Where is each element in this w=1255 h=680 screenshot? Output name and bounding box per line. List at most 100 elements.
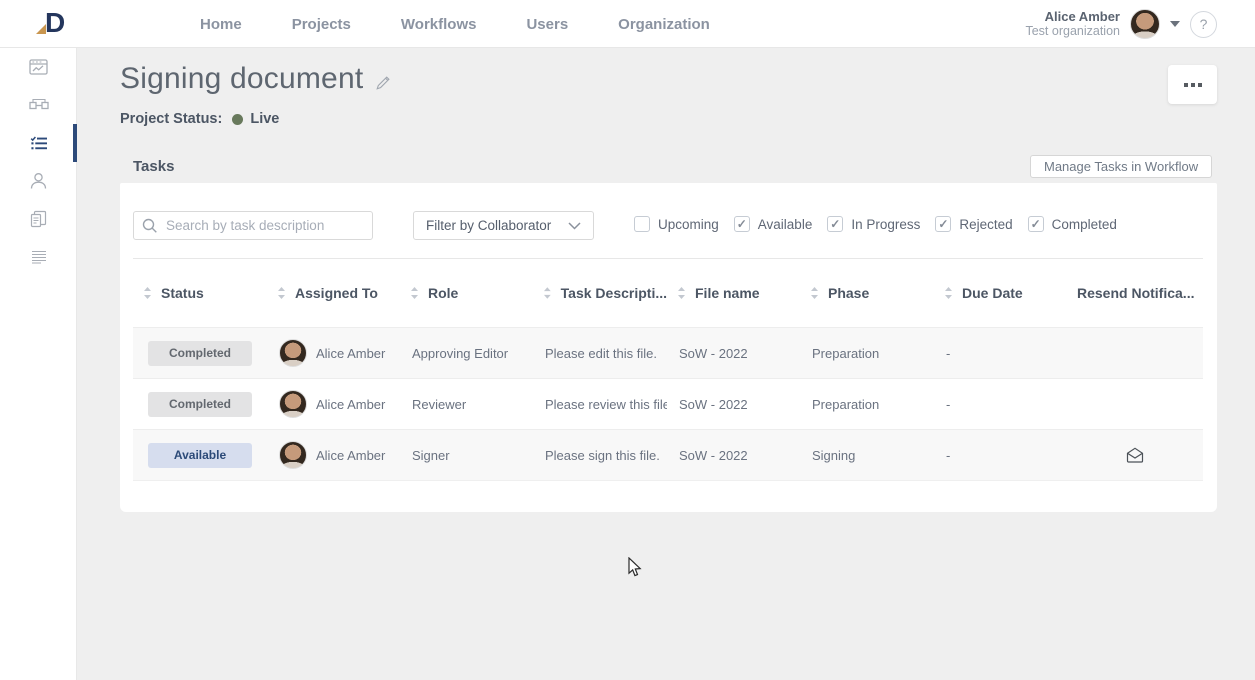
status-badge: Completed [148,392,252,417]
checkbox[interactable]: ✓ [827,216,843,232]
chevron-down-icon[interactable] [1170,21,1180,27]
status-badge: Available [148,443,252,468]
tasks-icon [30,136,48,151]
logo-letter: D [45,8,65,38]
role-cell: Approving Editor [400,346,533,361]
avatar [279,441,307,469]
sort-icon[interactable] [944,286,953,300]
sidebar-item-users[interactable] [0,162,77,200]
help-button[interactable]: ? [1190,11,1217,38]
app-logo[interactable]: D [36,8,65,38]
project-status-label: Project Status: [120,111,222,127]
sidebar-item-workflow[interactable] [0,86,77,124]
column-header-assigned-to[interactable]: Assigned To [267,285,400,301]
task-description-cell: Please review this file. [533,397,667,412]
filter-in-progress[interactable]: ✓ In Progress [827,216,920,232]
main-content: Signing document Project Status: Live Ta… [77,48,1255,680]
filter-available[interactable]: ✓ Available [734,216,813,232]
status-badge: Completed [148,341,252,366]
user-name: Alice Amber [1025,9,1120,24]
phase-cell: Preparation [800,397,934,412]
column-header-role[interactable]: Role [400,285,533,301]
column-header-resend-notifica: Resend Notifica... [1067,285,1203,301]
nav-item-workflows[interactable]: Workflows [401,16,477,33]
nav-item-home[interactable]: Home [200,16,242,33]
column-header-phase[interactable]: Phase [800,285,934,301]
search-icon [142,218,158,234]
ellipsis-icon [1184,83,1188,87]
nav-item-projects[interactable]: Projects [292,16,351,33]
tasks-table: Status Assigned To Role Task Descripti..… [133,258,1203,481]
user-avatar[interactable] [1130,9,1160,39]
checkmark-icon: ✓ [938,218,948,230]
sort-icon[interactable] [410,286,419,300]
sort-icon[interactable] [543,286,552,300]
table-row[interactable]: Available Alice Amber Signer Please sign… [133,429,1203,480]
column-header-file-name[interactable]: File name [667,285,800,301]
checkmark-icon: ✓ [737,218,747,230]
more-actions-button[interactable] [1168,65,1217,104]
status-filter-group: ✓ Upcoming ✓ Available ✓ In Progress ✓ R… [634,216,1117,232]
main-nav: Home Projects Workflows Users Organization [200,0,710,48]
assigned-to: Alice Amber [316,397,385,412]
file-name-cell: SoW - 2022 [667,346,800,361]
user-organization: Test organization [1025,24,1120,39]
page-title: Signing document [120,62,363,96]
role-cell: Signer [400,448,533,463]
column-header-task-descripti[interactable]: Task Descripti... [533,285,667,301]
user-menu[interactable]: Alice Amber Test organization ? [1025,0,1217,48]
edit-title-icon[interactable] [375,74,392,91]
task-description-cell: Please sign this file. [533,448,667,463]
sidebar-item-audit-log[interactable] [0,238,77,276]
workflow-icon [29,98,49,113]
nav-item-users[interactable]: Users [526,16,568,33]
column-header-due-date[interactable]: Due Date [934,285,1067,301]
due-date-cell: - [934,448,1067,463]
project-status: Project Status: Live [120,111,279,127]
top-bar: D Home Projects Workflows Users Organization… [0,0,1255,48]
table-body: Completed Alice Amber Approving Editor P… [133,327,1203,480]
table-row[interactable]: Completed Alice Amber Reviewer Please re… [133,378,1203,429]
resend-notification-icon[interactable] [1125,446,1145,464]
dashboard-icon [29,59,48,75]
task-description-cell: Please edit this file. [533,346,667,361]
avatar [279,390,307,418]
file-name-cell: SoW - 2022 [667,397,800,412]
filter-rejected[interactable]: ✓ Rejected [935,216,1012,232]
checkbox[interactable]: ✓ [734,216,750,232]
table-header-row: Status Assigned To Role Task Descripti..… [133,259,1203,327]
checkmark-icon: ✓ [1031,218,1041,230]
user-info: Alice Amber Test organization [1025,9,1120,39]
filter-upcoming[interactable]: ✓ Upcoming [634,216,719,232]
due-date-cell: - [934,397,1067,412]
sidebar-item-documents[interactable] [0,200,77,238]
sort-icon[interactable] [810,286,819,300]
checkbox[interactable]: ✓ [634,216,650,232]
sidebar-item-dashboard[interactable] [0,48,77,86]
checkbox[interactable]: ✓ [935,216,951,232]
sort-icon[interactable] [143,286,152,300]
chevron-down-icon [568,222,581,230]
role-cell: Reviewer [400,397,533,412]
project-status-value: Live [250,111,279,127]
documents-icon [30,210,47,228]
tasks-panel: Filter by Collaborator ✓ Upcoming ✓ Avai… [120,183,1217,512]
checkmark-icon: ✓ [830,218,840,230]
avatar [279,339,307,367]
sidebar-item-tasks[interactable] [0,124,77,162]
tasks-section-title: Tasks [133,158,174,175]
due-date-cell: - [934,346,1067,361]
search-input[interactable] [133,211,373,240]
filter-completed[interactable]: ✓ Completed [1028,216,1117,232]
status-live-dot [232,114,243,125]
checkbox[interactable]: ✓ [1028,216,1044,232]
app-window: D Home Projects Workflows Users Organization… [0,0,1255,680]
sort-icon[interactable] [677,286,686,300]
table-row[interactable]: Completed Alice Amber Approving Editor P… [133,327,1203,378]
phase-cell: Preparation [800,346,934,361]
nav-item-organization[interactable]: Organization [618,16,710,33]
collaborator-filter-dropdown[interactable]: Filter by Collaborator [413,211,594,240]
manage-tasks-button[interactable]: Manage Tasks in Workflow [1030,155,1212,178]
sort-icon[interactable] [277,286,286,300]
column-header-status[interactable]: Status [133,285,267,301]
